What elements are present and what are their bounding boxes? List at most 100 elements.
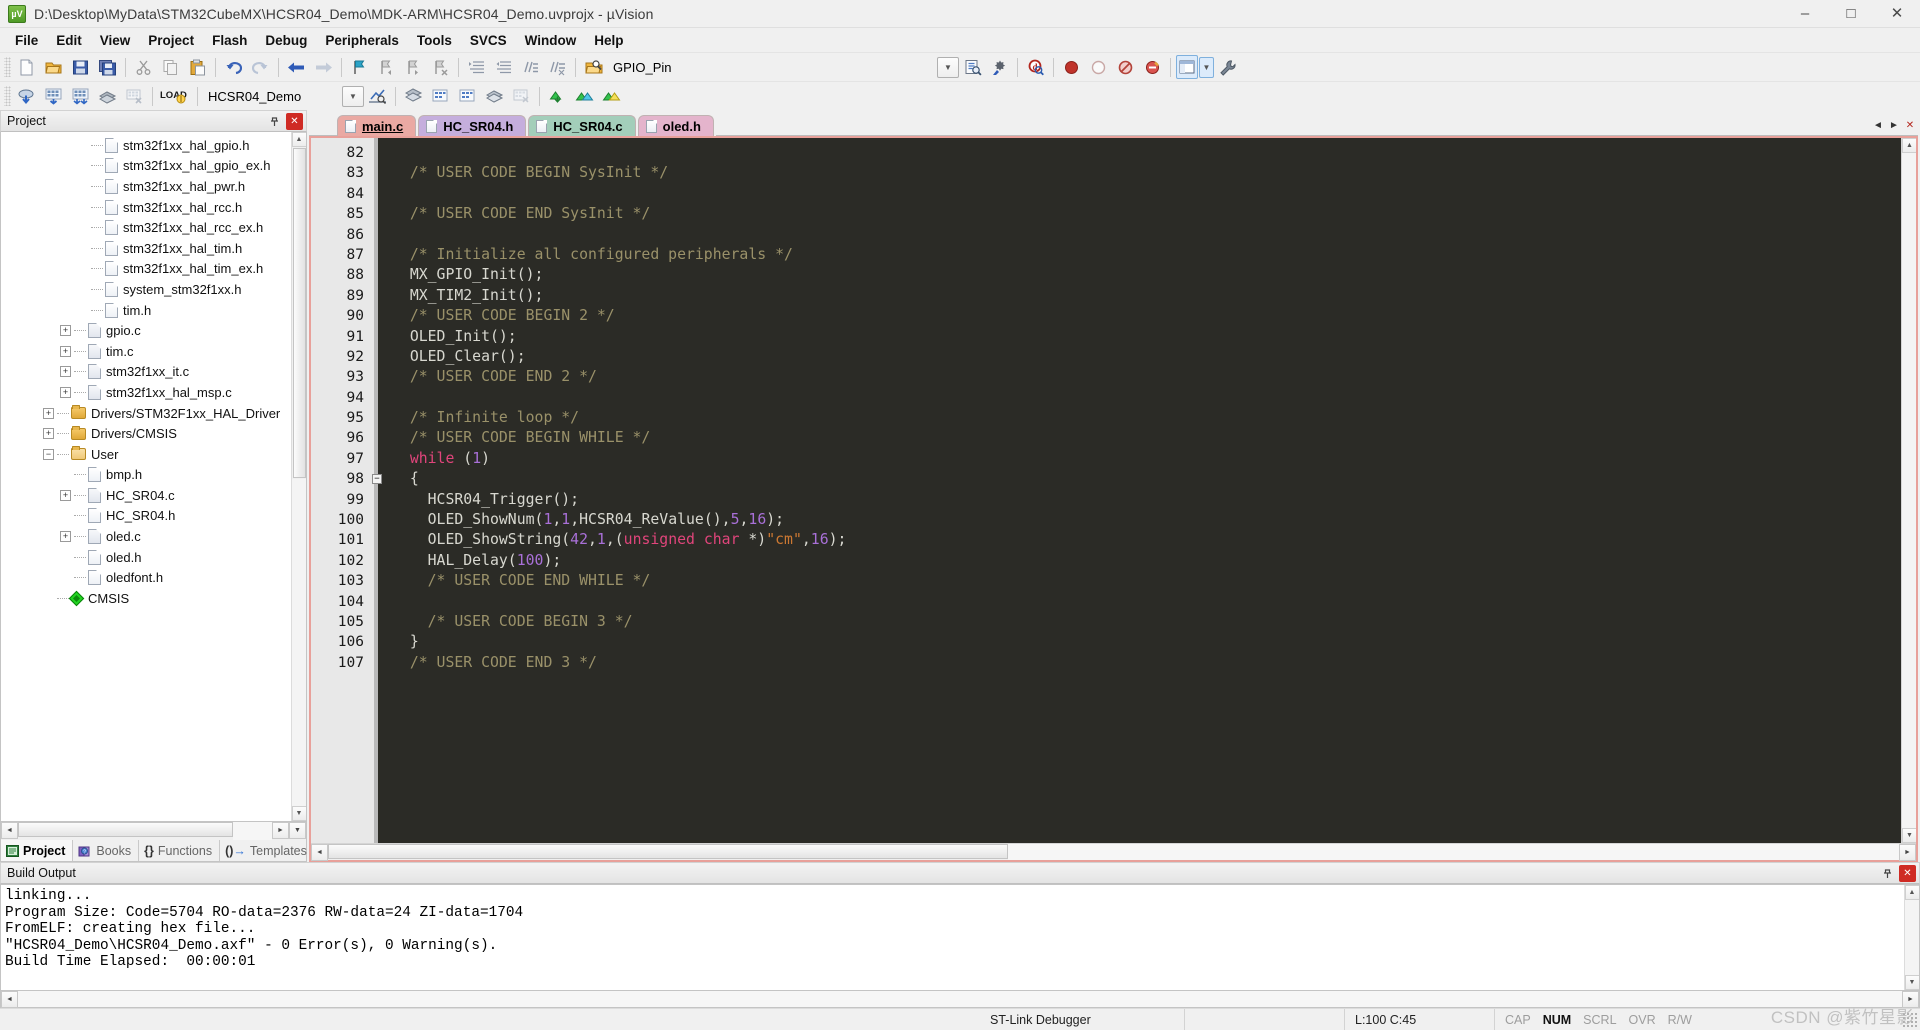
editor-tab-close-button[interactable]: ✕	[1902, 116, 1918, 136]
pin-icon[interactable]	[1879, 865, 1896, 882]
target-dropdown-icon[interactable]: ▼	[342, 85, 364, 107]
tab-project[interactable]: Project	[1, 840, 74, 861]
target-selector[interactable]: HCSR04_Demo	[202, 85, 342, 107]
comment-icon[interactable]	[518, 55, 543, 79]
menu-item-svcs[interactable]: SVCS	[461, 30, 516, 51]
bookmark-prev-icon[interactable]	[374, 55, 399, 79]
expand-icon[interactable]: +	[60, 325, 71, 337]
tree-scroll-thumb[interactable]	[292, 148, 306, 478]
batch-build-icon[interactable]	[95, 84, 120, 108]
code-hscroll-thumb[interactable]	[328, 844, 1008, 859]
menu-item-view[interactable]: View	[91, 30, 140, 51]
code-vertical-scrollbar[interactable]: ▲ ▼	[1901, 138, 1916, 843]
debug-query-icon[interactable]: d	[1023, 55, 1048, 79]
editor-tab-main-c[interactable]: main.c	[337, 115, 417, 136]
editor-tab-oled-h[interactable]: oled.h	[637, 115, 714, 136]
paste-icon[interactable]	[185, 55, 210, 79]
circle-icon[interactable]	[1086, 55, 1111, 79]
redo-icon[interactable]	[248, 55, 273, 79]
book-icon[interactable]	[455, 84, 480, 108]
tree-scroll-track[interactable]	[291, 479, 306, 806]
tree-item[interactable]: stm32f1xx_hal_pwr.h	[1, 176, 291, 197]
editor-tabs-scroll-left[interactable]: ◄	[1870, 116, 1886, 136]
code-text[interactable]: /* USER CODE BEGIN SysInit */ /* USER CO…	[378, 138, 1901, 843]
tree-item[interactable]: CMSIS	[1, 588, 291, 609]
tree-item[interactable]: + HC_SR04.c	[1, 485, 291, 506]
browse-symbol-icon[interactable]	[960, 55, 985, 79]
tree-dropdown-icon[interactable]: ▼	[289, 822, 306, 839]
close-panel-icon[interactable]: ✕	[286, 112, 303, 130]
menu-item-peripherals[interactable]: Peripherals	[316, 30, 408, 51]
indent-increase-icon[interactable]	[464, 55, 489, 79]
tree-item[interactable]: + gpio.c	[1, 320, 291, 341]
menu-item-flash[interactable]: Flash	[203, 30, 256, 51]
build-scroll-right-icon[interactable]: ►	[1902, 991, 1919, 1008]
code-fold-toggle-icon[interactable]: −	[372, 474, 382, 485]
tree-item[interactable]: stm32f1xx_hal_gpio_ex.h	[1, 156, 291, 177]
scroll-right-icon[interactable]: ►	[272, 822, 289, 839]
tree-item[interactable]: + Drivers/CMSIS	[1, 423, 291, 444]
dropdown-arrow-icon[interactable]: ▼	[937, 56, 959, 78]
pack-installer-icon[interactable]	[509, 84, 534, 108]
tree-item[interactable]: stm32f1xx_hal_gpio.h	[1, 135, 291, 156]
close-button[interactable]: ✕	[1874, 0, 1920, 28]
tree-item[interactable]: + stm32f1xx_it.c	[1, 362, 291, 383]
tab-templates[interactable]: () → Templates	[220, 840, 315, 861]
collapse-icon[interactable]: −	[43, 448, 54, 460]
uncomment-icon[interactable]	[545, 55, 570, 79]
window-layout-icon[interactable]	[1176, 55, 1198, 79]
code-scroll-left-icon[interactable]: ◄	[311, 844, 328, 861]
find-in-files-icon[interactable]	[581, 55, 606, 79]
tree-item[interactable]: stm32f1xx_hal_rcc_ex.h	[1, 217, 291, 238]
menu-item-edit[interactable]: Edit	[47, 30, 91, 51]
save-icon[interactable]	[68, 55, 93, 79]
load-icon[interactable]: LOAD	[158, 84, 192, 108]
tree-item[interactable]: stm32f1xx_hal_rcc.h	[1, 197, 291, 218]
configure-wrench-icon[interactable]	[1215, 55, 1240, 79]
pin-icon[interactable]	[266, 113, 283, 130]
tree-item[interactable]: + tim.c	[1, 341, 291, 362]
new-file-icon[interactable]	[14, 55, 39, 79]
menu-item-help[interactable]: Help	[585, 30, 632, 51]
navigate-back-icon[interactable]	[284, 55, 309, 79]
indent-decrease-icon[interactable]	[491, 55, 516, 79]
tree-item[interactable]: oled.h	[1, 547, 291, 568]
pack-yellow-icon[interactable]	[599, 84, 624, 108]
expand-icon[interactable]: +	[60, 489, 71, 501]
tree-item[interactable]: oledfont.h	[1, 567, 291, 588]
tree-vertical-scrollbar[interactable]: ▲ ▼	[291, 132, 306, 821]
tree-item[interactable]: + stm32f1xx_hal_msp.c	[1, 382, 291, 403]
build-scroll-up-icon[interactable]: ▲	[1904, 885, 1919, 900]
build-target-icon[interactable]	[41, 84, 66, 108]
multi-project-icon[interactable]	[428, 84, 453, 108]
tree-item[interactable]: + oled.c	[1, 526, 291, 547]
manage-runtime-icon[interactable]	[401, 84, 426, 108]
menu-item-project[interactable]: Project	[139, 30, 203, 51]
undo-icon[interactable]	[221, 55, 246, 79]
stop-build-icon[interactable]	[122, 84, 147, 108]
editor-tab-hc-sr04-h[interactable]: HC_SR04.h	[418, 115, 527, 136]
toolbar-grip[interactable]	[4, 86, 11, 106]
scroll-up-icon[interactable]: ▲	[291, 132, 306, 147]
cut-icon[interactable]	[131, 55, 156, 79]
expand-icon[interactable]: +	[60, 366, 71, 378]
tree-hscroll-track[interactable]	[233, 822, 272, 840]
tab-functions[interactable]: {} Functions	[139, 840, 221, 861]
editor-tabs[interactable]: main.c HC_SR04.h HC_SR04.c oled.h ◄ ► ✕	[309, 112, 1918, 136]
code-scroll-track[interactable]	[1902, 153, 1916, 828]
scroll-down-icon[interactable]: ▼	[291, 806, 306, 821]
menu-item-file[interactable]: File	[6, 30, 47, 51]
save-all-icon[interactable]	[95, 55, 120, 79]
build-scroll-track[interactable]	[1904, 900, 1919, 975]
no-entry-icon[interactable]	[1113, 55, 1138, 79]
tree-item[interactable]: tim.h	[1, 300, 291, 321]
navigate-forward-icon[interactable]	[311, 55, 336, 79]
search-symbol-value[interactable]: GPIO_Pin	[607, 56, 787, 78]
expand-icon[interactable]: +	[60, 531, 71, 543]
build-hscroll-track[interactable]	[18, 991, 1902, 1007]
code-editor-body[interactable]: 82 83 84 85 86 87 88 89 90 91 92 93 94 95 96 97 98−99 100…	[311, 138, 1916, 843]
expand-icon[interactable]: +	[43, 428, 54, 440]
target-options-icon[interactable]	[365, 84, 390, 108]
tab-books[interactable]: ? Books	[73, 840, 140, 861]
editor-tabs-scroll-right[interactable]: ►	[1886, 116, 1902, 136]
